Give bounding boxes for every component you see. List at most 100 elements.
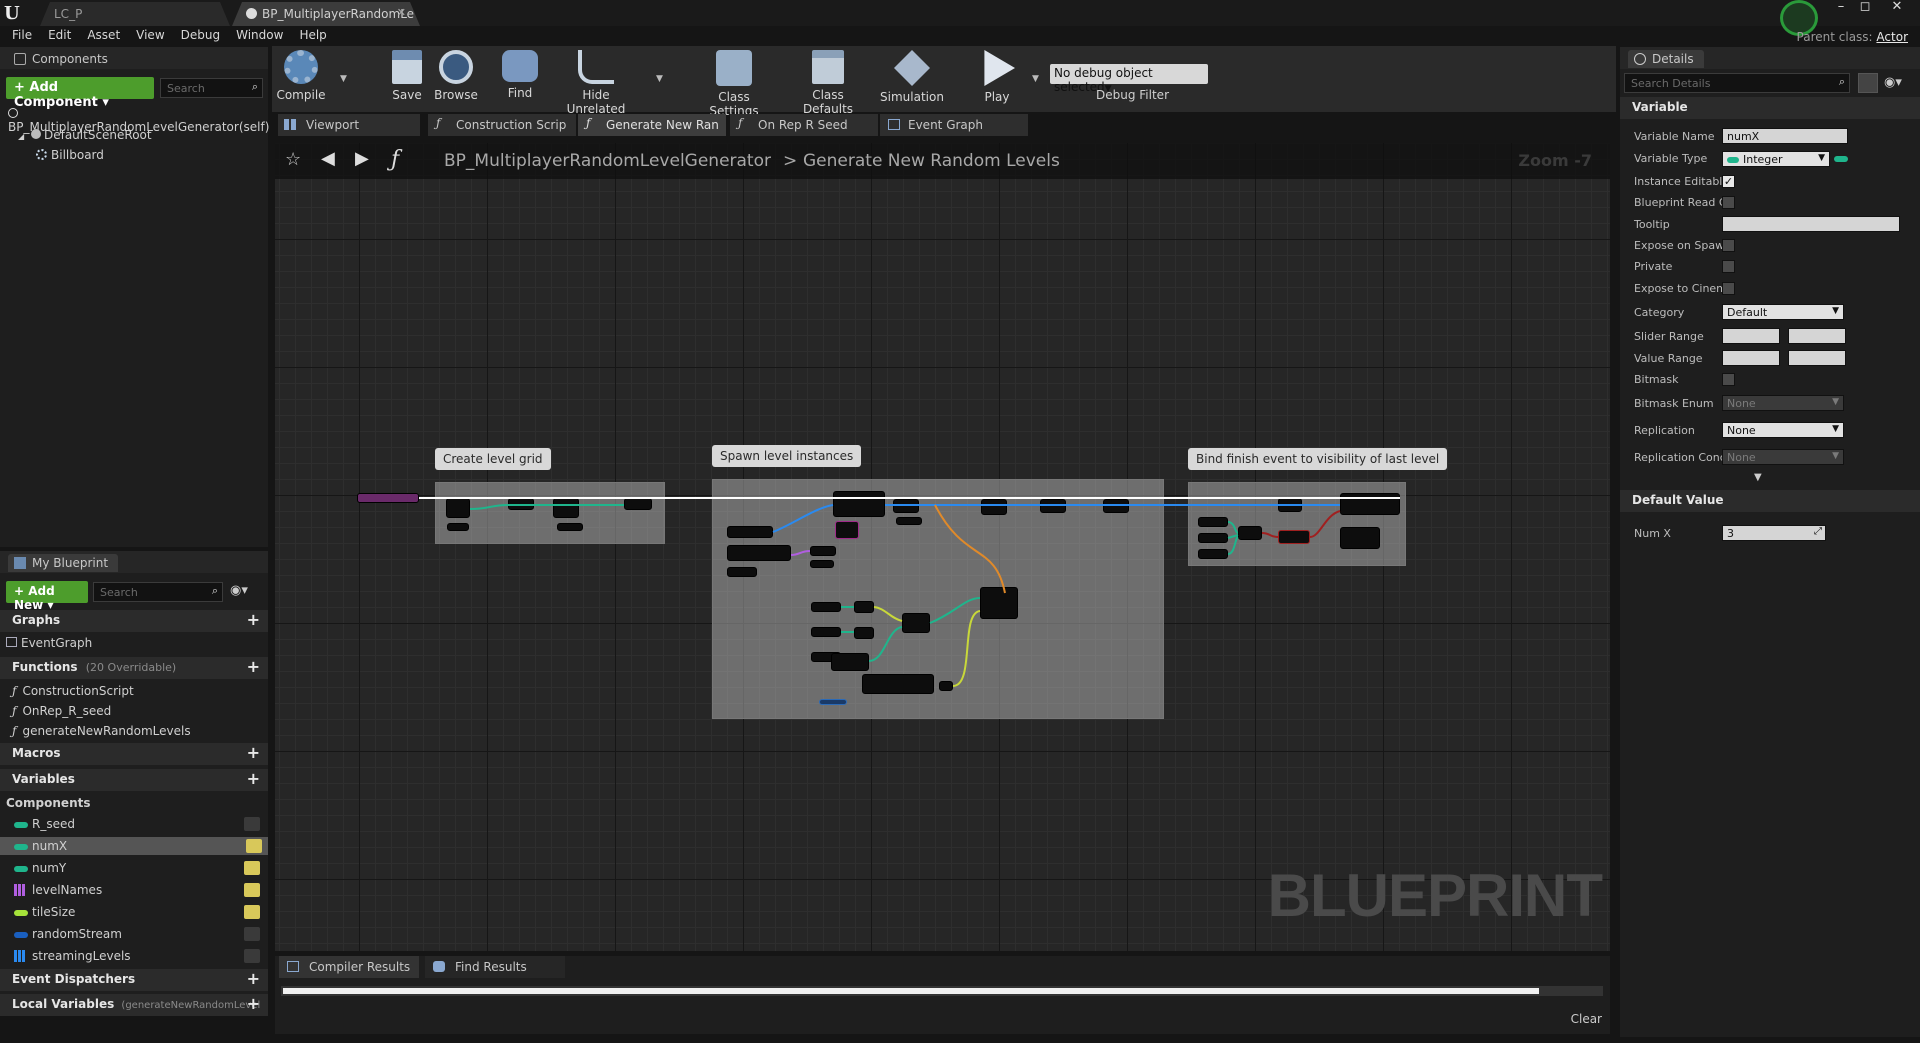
- variable-item-levelnames[interactable]: levelNames: [14, 881, 264, 899]
- comment-bind-finish-event[interactable]: Bind finish event to visibility of last …: [1188, 448, 1448, 470]
- graph-canvas[interactable]: ☆ ◀ ▶ ƒ BP_MultiplayerRandomLevelGenerat…: [275, 143, 1610, 951]
- add-macro-button[interactable]: +: [247, 743, 260, 762]
- doc-tab-lc-p[interactable]: LC_P: [40, 2, 230, 26]
- blueprint-read-only-checkbox[interactable]: [1722, 196, 1735, 209]
- graph-node[interactable]: [508, 498, 534, 510]
- replication-select[interactable]: None ▼: [1722, 422, 1844, 438]
- menu-debug[interactable]: Debug: [175, 26, 226, 46]
- menu-view[interactable]: View: [130, 26, 170, 46]
- graph-node[interactable]: [939, 681, 953, 691]
- class-settings-button[interactable]: Class Settings: [692, 50, 776, 118]
- graph-node[interactable]: [1103, 499, 1129, 513]
- menu-file[interactable]: File: [6, 26, 38, 46]
- close-window-button[interactable]: ✕: [1886, 0, 1908, 16]
- tooltip-input[interactable]: [1722, 216, 1900, 232]
- variable-item-r-seed[interactable]: R_seed: [14, 815, 264, 833]
- graph-node[interactable]: [854, 627, 874, 639]
- graph-node[interactable]: [902, 613, 930, 633]
- graph-node[interactable]: [981, 499, 1007, 515]
- maximize-button[interactable]: ◻: [1854, 0, 1876, 16]
- add-dispatcher-button[interactable]: +: [247, 969, 260, 988]
- instance-editable-checkbox[interactable]: ✓: [1722, 175, 1735, 188]
- components-category[interactable]: Components: [6, 794, 91, 812]
- view-options-icon[interactable]: ◉▾: [1884, 75, 1902, 90]
- variable-item-streaminglevels[interactable]: streamingLevels: [14, 947, 264, 965]
- eye-open-icon[interactable]: [246, 839, 262, 853]
- slider-range-min-input[interactable]: [1722, 328, 1780, 344]
- star-icon[interactable]: ☆: [285, 149, 301, 170]
- function-item[interactable]: ƒ OnRep_R_seed: [12, 702, 111, 720]
- view-options-icon[interactable]: ◉▾: [230, 583, 248, 598]
- graph-node[interactable]: [1278, 530, 1310, 544]
- graph-node[interactable]: [557, 523, 583, 531]
- category-select[interactable]: Default ▼: [1722, 304, 1844, 320]
- graph-node[interactable]: [1278, 498, 1302, 512]
- forward-arrow-icon[interactable]: ▶: [355, 148, 369, 169]
- compile-button[interactable]: Compile: [276, 50, 326, 102]
- graph-node[interactable]: [553, 498, 579, 518]
- add-new-button[interactable]: + Add New ▾: [6, 581, 88, 612]
- section-event-dispatchers[interactable]: Event Dispatchers +: [0, 969, 268, 991]
- eye-open-icon[interactable]: [244, 861, 260, 875]
- expose-on-spawn-checkbox[interactable]: [1722, 239, 1735, 252]
- components-search-input[interactable]: Search ⌕: [160, 78, 263, 98]
- tab-on-rep-r-seed[interactable]: ƒ On Rep R Seed: [730, 114, 878, 136]
- section-default-value[interactable]: Default Value: [1620, 490, 1920, 512]
- advanced-expand-icon[interactable]: ▼: [1754, 472, 1762, 483]
- details-search-input[interactable]: Search Details ⌕: [1624, 73, 1850, 93]
- tab-details[interactable]: Details: [1628, 50, 1704, 68]
- add-function-button[interactable]: +: [247, 657, 260, 676]
- container-type-icon[interactable]: [1834, 156, 1848, 162]
- variable-item-numy[interactable]: numY: [14, 859, 264, 877]
- graph-node[interactable]: [893, 499, 919, 513]
- compiler-output-area[interactable]: [281, 986, 1603, 996]
- tab-my-blueprint[interactable]: My Blueprint: [8, 554, 119, 572]
- expand-arrow-icon[interactable]: ◢: [18, 132, 24, 141]
- parent-class-link[interactable]: Actor: [1876, 30, 1908, 44]
- graph-node[interactable]: [811, 602, 841, 612]
- section-macros[interactable]: Macros +: [0, 743, 268, 765]
- variable-item-tilesize[interactable]: tileSize: [14, 903, 264, 921]
- graph-node[interactable]: [1340, 493, 1400, 515]
- variable-item-numx[interactable]: numX: [0, 837, 268, 855]
- spin-handle-icon[interactable]: ⤢: [1814, 526, 1822, 537]
- simulation-button[interactable]: Simulation: [878, 50, 946, 104]
- clear-button[interactable]: Clear: [1571, 1012, 1602, 1026]
- graph-node[interactable]: [727, 545, 791, 561]
- graph-node[interactable]: [810, 560, 834, 568]
- play-button[interactable]: Play: [972, 50, 1022, 104]
- hide-unrelated-dropdown[interactable]: ▼: [656, 74, 663, 84]
- tree-item-default-scene-root[interactable]: ◢ DefaultSceneRoot: [18, 126, 152, 144]
- expose-to-cinematics-checkbox[interactable]: [1722, 282, 1735, 295]
- breadcrumb-class[interactable]: BP_MultiplayerRandomLevelGenerator: [444, 151, 771, 171]
- eye-closed-icon[interactable]: [244, 927, 260, 941]
- graph-node[interactable]: [831, 653, 869, 671]
- save-button[interactable]: Save: [384, 50, 430, 102]
- section-local-variables[interactable]: Local Variables (generateNewRandomLevel …: [0, 994, 268, 1016]
- tab-event-graph[interactable]: Event Graph: [880, 114, 1028, 136]
- eye-open-icon[interactable]: [244, 883, 260, 897]
- doc-tab-blueprint[interactable]: BP_MultiplayerRandomLe ✕: [232, 2, 420, 26]
- tab-components[interactable]: Components: [8, 50, 118, 68]
- value-range-min-input[interactable]: [1722, 350, 1780, 366]
- graph-node[interactable]: [727, 567, 757, 577]
- value-range-max-input[interactable]: [1788, 350, 1846, 366]
- graph-node[interactable]: [1198, 549, 1228, 559]
- graph-node[interactable]: [1198, 517, 1228, 527]
- compile-options-dropdown[interactable]: ▼: [340, 74, 347, 84]
- graph-node[interactable]: [1238, 526, 1262, 540]
- graph-node[interactable]: [896, 517, 922, 525]
- property-matrix-icon[interactable]: [1858, 73, 1878, 93]
- replication-condition-select[interactable]: None ▼: [1722, 449, 1844, 465]
- menu-help[interactable]: Help: [293, 26, 332, 46]
- class-defaults-button[interactable]: Class Defaults: [786, 50, 870, 116]
- tab-find-results[interactable]: Find Results: [425, 956, 565, 978]
- tree-item-billboard[interactable]: Billboard: [36, 146, 104, 164]
- bitmask-checkbox[interactable]: [1722, 373, 1735, 386]
- menu-asset[interactable]: Asset: [81, 26, 126, 46]
- tab-construction-script[interactable]: ƒ Construction Scrip: [428, 114, 576, 136]
- add-variable-button[interactable]: +: [247, 769, 260, 788]
- graph-node[interactable]: [624, 498, 652, 510]
- menu-window[interactable]: Window: [230, 26, 289, 46]
- graph-node[interactable]: [862, 674, 934, 694]
